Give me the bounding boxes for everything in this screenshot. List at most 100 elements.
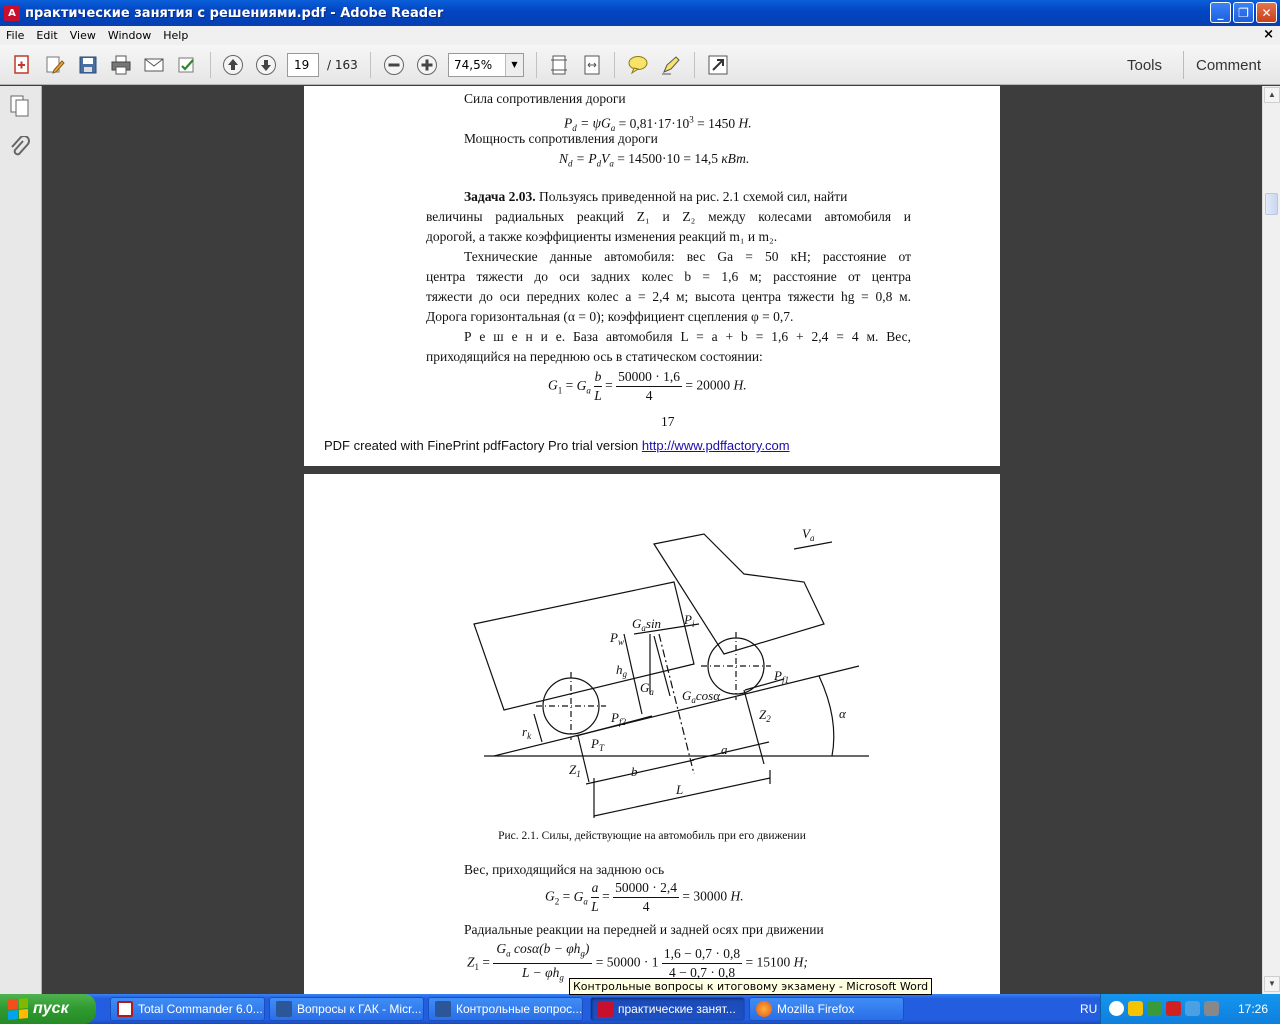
toolbar: 19 / 163 74,5% ▼ Tools Comment: [0, 45, 1280, 85]
adobe-reader-icon: A: [4, 5, 20, 21]
pdffactory-watermark: PDF created with FinePrint pdfFactory Pr…: [324, 438, 790, 453]
page-total: / 163: [327, 58, 358, 72]
shield-icon[interactable]: [1128, 1001, 1143, 1016]
zoom-in-icon[interactable]: [415, 53, 439, 77]
zoom-out-icon[interactable]: [382, 53, 406, 77]
svg-text:Va: Va: [802, 526, 815, 543]
edit-pdf-icon[interactable]: [43, 53, 67, 77]
volume-icon[interactable]: [1204, 1001, 1219, 1016]
task-word-questions[interactable]: Контрольные вопрос...: [428, 997, 583, 1021]
create-pdf-icon[interactable]: [10, 53, 34, 77]
fullscreen-icon[interactable]: [706, 53, 730, 77]
scrollbar-thumb[interactable]: [1265, 193, 1278, 215]
svg-text:Gasin: Gasin: [632, 616, 661, 633]
tools-pane-link[interactable]: Tools: [1127, 57, 1162, 74]
adobe-reader-icon: [597, 1001, 613, 1017]
svg-text:Pi: Pi: [683, 612, 695, 629]
language-indicator[interactable]: RU: [1080, 1002, 1097, 1016]
svg-text:L: L: [675, 782, 683, 797]
fit-page-icon[interactable]: [547, 53, 571, 77]
document-viewer[interactable]: Сила сопротивления дороги Pd = ψGa = 0,8…: [42, 86, 1262, 994]
task-word-gak[interactable]: Вопросы к ГАК - Micr...: [269, 997, 424, 1021]
sign-icon[interactable]: [175, 53, 199, 77]
text-line: дорогой, а также коэффициенты изменения …: [426, 229, 778, 244]
bluetooth-icon[interactable]: [1185, 1001, 1200, 1016]
print-icon[interactable]: [109, 53, 133, 77]
zoom-value: 74,5%: [454, 58, 493, 72]
menu-window[interactable]: Window: [102, 29, 157, 42]
title-bar: A практические занятия с решениями.pdf -…: [0, 0, 1280, 26]
svg-text:rk: rk: [522, 724, 532, 741]
fit-width-icon[interactable]: [580, 53, 604, 77]
word-icon: [276, 1001, 292, 1017]
menu-edit[interactable]: Edit: [30, 29, 63, 42]
svg-text:Ga: Ga: [640, 680, 654, 697]
force-diagram: Va Gasin Pi Pw hg Ga Gacosα Pf1 Pf2 Z2 α…: [473, 526, 869, 818]
text-line: Технические данные автомобиля: вес Gа = …: [464, 249, 911, 264]
restore-button[interactable]: ❐: [1233, 2, 1254, 23]
system-tray: 17:26: [1100, 994, 1280, 1024]
page-number: 17: [661, 414, 675, 429]
svg-text:Pw: Pw: [609, 630, 624, 647]
task-firefox[interactable]: Mozilla Firefox: [749, 997, 904, 1021]
previous-page-icon[interactable]: [221, 53, 245, 77]
svg-text:PT: PT: [590, 736, 605, 753]
zoom-select[interactable]: 74,5% ▼: [448, 53, 524, 77]
menu-file[interactable]: File: [0, 29, 30, 42]
task-paragraph: Задача 2.03. Пользуясь приведенной на ри…: [464, 189, 848, 204]
highlight-icon[interactable]: [659, 53, 683, 77]
task-adobe-reader[interactable]: практические занят...: [590, 997, 745, 1021]
network-icon[interactable]: [1147, 1001, 1162, 1016]
start-button[interactable]: пуск: [0, 994, 96, 1024]
comment-pane-link[interactable]: Comment: [1196, 57, 1261, 74]
svg-text:Gacosα: Gacosα: [682, 688, 721, 705]
windows-logo-icon: [8, 997, 28, 1021]
vertical-scrollbar[interactable]: ▲ ▼: [1262, 86, 1280, 994]
attachments-icon[interactable]: [8, 135, 32, 160]
clock: 17:26: [1237, 1002, 1268, 1016]
menu-view[interactable]: View: [64, 29, 102, 42]
text-line: величины радиальных реакций Z₁ и Z₂ межд…: [426, 209, 911, 224]
svg-text:Pf1: Pf1: [773, 668, 789, 685]
text-line: Радиальные реакции на передней и задней …: [464, 922, 824, 937]
scroll-up-icon[interactable]: ▲: [1264, 87, 1280, 103]
taskbar-tooltip: Контрольные вопросы к итоговому экзамену…: [569, 978, 933, 995]
comment-bubble-icon[interactable]: [626, 53, 650, 77]
task-total-commander[interactable]: Total Commander 6.0...: [110, 997, 265, 1021]
text-line: Дорога горизонтальная (α = 0); коэффицие…: [426, 309, 794, 324]
chevron-down-icon[interactable]: ▼: [505, 54, 523, 76]
pdffactory-link[interactable]: http://www.pdffactory.com: [642, 438, 790, 453]
antivirus-icon[interactable]: [1166, 1001, 1181, 1016]
task-title: Задача 2.03.: [464, 189, 536, 204]
email-icon[interactable]: [142, 53, 166, 77]
formula-nd: Nd = PdVa = 14500·10 = 14,5 кВт.: [559, 151, 750, 169]
text-line: центра тяжести до оси задних колес b = 1…: [426, 269, 911, 284]
page-thumbnails-icon[interactable]: [8, 94, 32, 118]
svg-text:a: a: [721, 742, 728, 757]
text-line: приходящийся на переднюю ось в статическ…: [426, 349, 763, 364]
tray-arrow-icon[interactable]: [1109, 1001, 1124, 1016]
formula-g1: G1 = Ga bL = 50000 · 1,6 4 = 20000 Н.: [548, 369, 747, 403]
text-line: Сила сопротивления дороги: [464, 91, 626, 106]
text-line: Р е ш е н и е. База автомобиля L = a + b…: [464, 329, 911, 344]
page-number-input[interactable]: 19: [287, 53, 319, 77]
close-document-icon[interactable]: ×: [1263, 27, 1274, 42]
text-line: Мощность сопротивления дороги: [464, 131, 658, 146]
scroll-down-icon[interactable]: ▼: [1264, 976, 1280, 992]
total-commander-icon: [117, 1001, 133, 1017]
close-button[interactable]: ✕: [1256, 2, 1277, 23]
firefox-icon: [756, 1001, 772, 1017]
pdf-page-18: Va Gasin Pi Pw hg Ga Gacosα Pf1 Pf2 Z2 α…: [304, 474, 1000, 994]
text-line: Вес, приходящийся на заднюю ось: [464, 862, 665, 877]
minimize-button[interactable]: _: [1210, 2, 1231, 23]
svg-text:hg: hg: [616, 662, 628, 679]
next-page-icon[interactable]: [254, 53, 278, 77]
save-icon[interactable]: [76, 53, 100, 77]
text-line: тяжести до оси передних колес a = 2,4 м;…: [426, 289, 911, 304]
taskbar: пуск Total Commander 6.0... Вопросы к ГА…: [0, 994, 1280, 1024]
window-title: практические занятия с решениями.pdf - A…: [25, 5, 444, 21]
figure-caption: Рис. 2.1. Силы, действующие на автомобил…: [498, 830, 806, 842]
menu-help[interactable]: Help: [157, 29, 194, 42]
svg-text:Z2: Z2: [759, 707, 771, 724]
pdf-page-17: Сила сопротивления дороги Pd = ψGa = 0,8…: [304, 86, 1000, 466]
